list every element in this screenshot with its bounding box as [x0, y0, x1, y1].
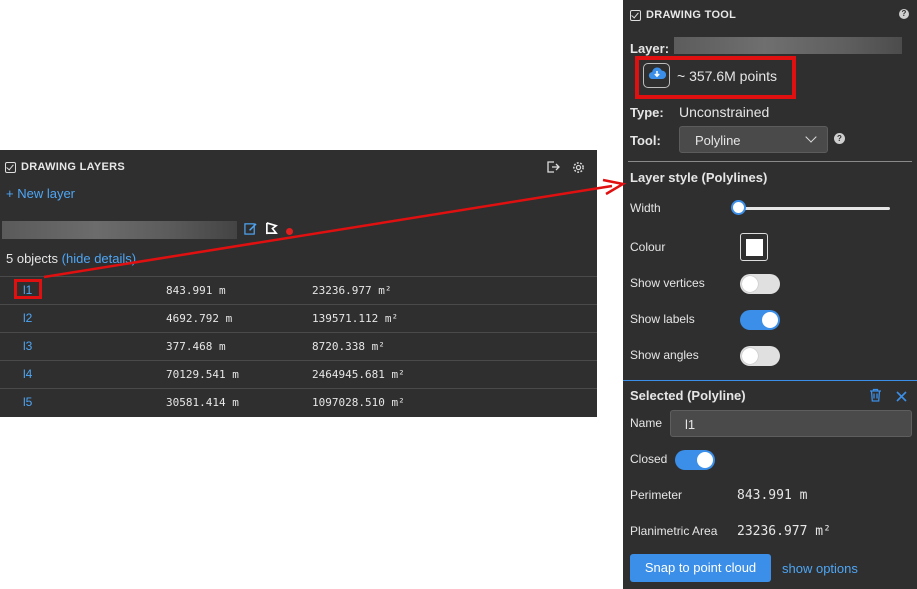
- perimeter-value: 843.991 m: [737, 488, 808, 503]
- tool-label: Tool:: [630, 133, 661, 148]
- width-label: Width: [630, 201, 661, 215]
- closed-label: Closed: [630, 452, 668, 466]
- cloud-download-button[interactable]: [643, 63, 670, 88]
- planimetric-area-label: Planimetric Area: [630, 524, 718, 538]
- toggle-knob: [697, 452, 713, 468]
- show-angles-toggle[interactable]: [740, 346, 780, 366]
- help-icon[interactable]: ?: [899, 9, 909, 19]
- layer-label: Layer:: [630, 41, 670, 56]
- table-row[interactable]: l2 4692.792 m 139571.112 m²: [0, 304, 597, 332]
- tool-select-value: Polyline: [695, 133, 741, 148]
- object-area: 8720.338 m²: [312, 340, 385, 353]
- settings-gear-icon[interactable]: [572, 161, 585, 179]
- edit-layer-icon[interactable]: [244, 222, 257, 240]
- tool-help-icon[interactable]: ?: [834, 133, 845, 144]
- arrow-head: [602, 178, 627, 196]
- type-label: Type:: [630, 105, 664, 120]
- object-perimeter: 4692.792 m: [166, 312, 233, 325]
- colour-label: Colour: [630, 240, 666, 254]
- selected-title: Selected (Polyline): [630, 388, 746, 403]
- table-row[interactable]: l4 70129.541 m 2464945.681 m²: [0, 360, 597, 388]
- table-row[interactable]: l5 30581.414 m 1097028.510 m²: [0, 388, 597, 416]
- selected-section-divider: [623, 380, 917, 381]
- layer-name-blurred: [674, 37, 902, 54]
- export-icon[interactable]: [546, 160, 560, 179]
- object-name-link[interactable]: l4: [23, 367, 32, 381]
- colour-swatch-fill: [745, 238, 763, 256]
- closed-toggle[interactable]: [675, 450, 715, 470]
- object-count-text: 5 objects: [6, 251, 59, 266]
- object-perimeter: 30581.414 m: [166, 396, 239, 409]
- show-labels-toggle[interactable]: [740, 310, 780, 330]
- name-input[interactable]: l1: [670, 410, 912, 437]
- layer-style-title: Layer style (Polylines): [630, 170, 768, 185]
- object-perimeter: 377.468 m: [166, 340, 226, 353]
- colour-swatch[interactable]: [740, 233, 768, 261]
- object-perimeter: 843.991 m: [166, 284, 226, 297]
- highlight-box-l1: [14, 279, 42, 299]
- object-perimeter: 70129.541 m: [166, 368, 239, 381]
- object-name-link[interactable]: l3: [23, 339, 32, 353]
- show-vertices-label: Show vertices: [630, 276, 705, 290]
- cloud-download-icon: [648, 66, 666, 85]
- new-layer-button[interactable]: + New layer: [6, 186, 75, 201]
- show-vertices-toggle[interactable]: [740, 274, 780, 294]
- object-area: 1097028.510 m²: [312, 396, 405, 409]
- show-labels-label: Show labels: [630, 312, 695, 326]
- width-slider-track[interactable]: [740, 207, 890, 210]
- tool-panel-header[interactable]: DRAWING TOOL: [630, 9, 736, 21]
- close-icon[interactable]: [896, 389, 907, 407]
- points-count: ~ 357.6M points: [677, 68, 778, 84]
- toggle-knob: [762, 312, 778, 328]
- layers-panel-title: DRAWING LAYERS: [21, 161, 126, 173]
- object-name-link[interactable]: l5: [23, 395, 32, 409]
- drawing-layers-panel: DRAWING LAYERS + New layer 5 objects (hi…: [0, 150, 597, 417]
- layer-name-blurred[interactable]: [2, 221, 237, 239]
- show-options-link[interactable]: show options: [782, 561, 858, 576]
- objects-table: l1 843.991 m 23236.977 m² l2 4692.792 m …: [0, 276, 597, 416]
- active-layer-indicator: [286, 227, 293, 235]
- tool-select[interactable]: Polyline: [679, 126, 828, 153]
- collapse-checkbox-icon[interactable]: [5, 161, 16, 173]
- object-count: 5 objects (hide details): [6, 251, 136, 266]
- toggle-knob: [742, 276, 758, 292]
- planimetric-area-value: 23236.977 m²: [737, 524, 831, 539]
- object-name-link[interactable]: l2: [23, 311, 32, 325]
- perimeter-label: Perimeter: [630, 488, 683, 502]
- object-area: 2464945.681 m²: [312, 368, 405, 381]
- show-angles-label: Show angles: [630, 348, 699, 362]
- delete-trash-icon[interactable]: [869, 388, 882, 407]
- draw-polygon-icon[interactable]: [265, 222, 278, 240]
- type-value: Unconstrained: [679, 104, 770, 120]
- divider: [628, 161, 912, 162]
- object-area: 139571.112 m²: [312, 312, 399, 325]
- collapse-checkbox-icon[interactable]: [630, 9, 641, 21]
- table-row[interactable]: l3 377.468 m 8720.338 m²: [0, 332, 597, 360]
- drawing-tool-panel: DRAWING TOOL ? Layer: ~ 357.6M points Ty…: [623, 0, 917, 589]
- snap-to-point-cloud-button[interactable]: Snap to point cloud: [630, 554, 771, 582]
- name-label: Name: [630, 416, 663, 430]
- table-row[interactable]: l1 843.991 m 23236.977 m²: [0, 276, 597, 304]
- layers-panel-header[interactable]: DRAWING LAYERS: [5, 161, 125, 173]
- object-area: 23236.977 m²: [312, 284, 392, 297]
- tool-panel-title: DRAWING TOOL: [646, 9, 737, 21]
- hide-details-link[interactable]: (hide details): [62, 251, 136, 266]
- chevron-down-icon: [805, 131, 817, 143]
- toggle-knob: [742, 348, 758, 364]
- width-slider-thumb[interactable]: [731, 200, 746, 215]
